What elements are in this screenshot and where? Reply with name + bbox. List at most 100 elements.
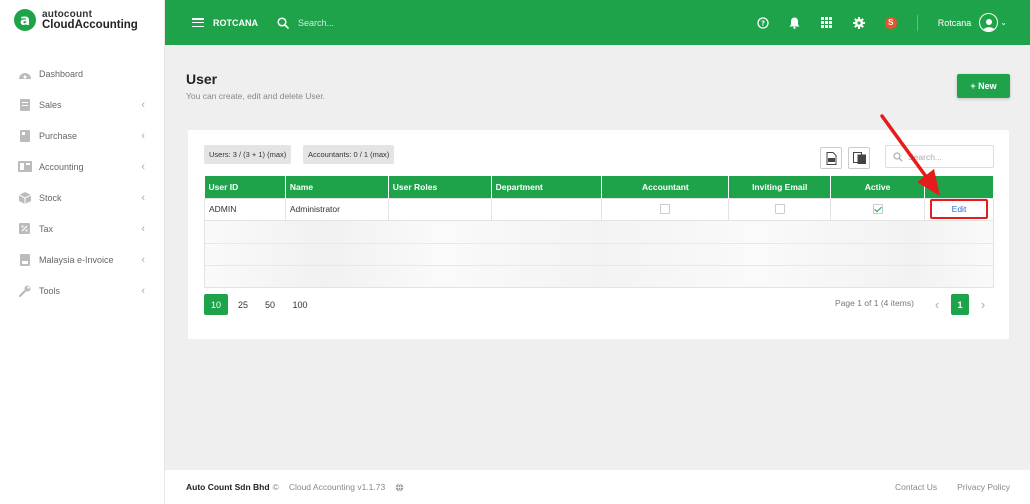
next-page-icon[interactable]: › [975,294,991,315]
logo-bottom-text: CloudAccounting [42,19,138,31]
dashboard-icon [17,68,32,80]
user-list-card: Users: 3 / (3 + 1) (max) Accountants: 0 … [188,130,1009,339]
chevron-left-icon: ‹ [141,98,145,111]
sidebar-item-einvoice[interactable]: Malaysia e-Invoice ‹ [0,244,165,275]
tax-icon [17,223,32,235]
inviting-email-checkbox [774,204,785,215]
accountant-checkbox [660,204,671,215]
columns-icon [852,152,866,164]
accounting-icon [17,161,32,173]
page-size-50[interactable]: 50 [258,294,282,315]
sidebar-item-stock[interactable]: Stock ‹ [0,182,165,213]
cell-department [490,197,603,221]
grid-search-input[interactable] [908,151,988,162]
bell-icon[interactable] [789,17,801,29]
sidebar-item-sales[interactable]: Sales ‹ [0,89,165,120]
column-header-user-roles[interactable]: User Roles [388,176,492,198]
footer-company: Auto Count Sdn Bhd [186,482,270,492]
menu-toggle-icon[interactable] [192,18,204,27]
column-header-department[interactable]: Department [491,176,603,198]
page-number[interactable]: 1 [951,294,969,315]
column-header-user-id[interactable]: User ID [204,176,286,198]
page-size-25[interactable]: 25 [231,294,255,315]
sidebar-item-label: Dashboard [39,68,84,79]
apps-grid-icon[interactable] [821,17,833,29]
einvoice-icon [17,253,32,266]
header-search-input[interactable] [298,17,418,28]
page-size-selector: 10 25 50 100 [204,294,318,315]
sidebar-item-label: Tools [39,285,61,296]
prev-page-icon[interactable]: ‹ [929,294,945,315]
chevron-left-icon: ‹ [141,160,145,173]
sidebar-item-label: Purchase [39,130,78,141]
cell-accountant [601,197,730,221]
logo-mark: a [14,9,36,31]
sidebar: a autocount CloudAccounting Dashboard Sa… [0,0,165,504]
wrench-icon [17,285,32,297]
page-size-100[interactable]: 100 [285,294,315,315]
avatar[interactable] [979,13,999,32]
column-chooser-button[interactable] [848,147,870,169]
chevron-left-icon: ‹ [141,284,145,297]
chevron-left-icon: ‹ [141,222,145,235]
top-header: ROTCANA ? S Rotcana ⌄ [165,0,1030,45]
column-header-accountant[interactable]: Accountant [601,176,730,198]
footer-copyright: © [272,482,279,492]
active-checkbox [872,204,883,215]
cell-inviting-email [728,197,832,221]
blurred-rows [204,221,994,288]
company-badge[interactable]: S [884,16,897,29]
cell-user-roles [387,197,492,221]
privacy-policy-link[interactable]: Privacy Policy [957,482,1010,492]
sales-icon [17,98,32,111]
cell-active [830,197,925,221]
sidebar-item-tools[interactable]: Tools ‹ [0,275,165,306]
brand-logo[interactable]: a autocount CloudAccounting [14,9,138,31]
column-header-name[interactable]: Name [285,176,389,198]
sidebar-nav: Dashboard Sales ‹ Purchase ‹ Accounting … [0,58,165,306]
contact-us-link[interactable]: Contact Us [895,482,937,492]
sidebar-item-dashboard[interactable]: Dashboard [0,58,165,89]
search-icon [277,16,289,29]
chevron-left-icon: ‹ [141,191,145,204]
csv-icon [826,151,836,165]
sidebar-item-label: Sales [39,99,62,110]
header-search[interactable] [277,16,418,29]
globe-icon[interactable] [395,483,404,492]
column-header-inviting-email[interactable]: Inviting Email [728,176,832,198]
page-subtitle: You can create, edit and delete User. [186,91,326,101]
sidebar-item-label: Tax [39,223,54,234]
purchase-icon [17,129,32,142]
table-row[interactable]: ADMIN Administrator Edit [204,197,995,221]
cell-actions: Edit [923,197,995,221]
chevron-left-icon: ‹ [141,253,145,266]
page-size-10[interactable]: 10 [204,294,228,315]
grid-search[interactable] [885,145,994,168]
pager-nav: ‹ 1 › [929,294,991,315]
header-divider [916,14,918,31]
sidebar-item-tax[interactable]: Tax ‹ [0,213,165,244]
chevron-down-icon[interactable]: ⌄ [1000,18,1007,27]
export-csv-button[interactable] [820,147,842,169]
sidebar-item-label: Malaysia e-Invoice [39,254,114,265]
pager-info: Page 1 of 1 (4 items) [835,298,914,308]
table-header-row: User ID Name User Roles Department Accou… [204,176,995,198]
gear-icon[interactable] [852,16,865,29]
sidebar-item-accounting[interactable]: Accounting ‹ [0,151,165,182]
sidebar-item-label: Accounting [39,161,84,172]
company-name[interactable]: ROTCANA [213,18,258,28]
edit-button[interactable]: Edit [929,199,988,219]
users-table: User ID Name User Roles Department Accou… [204,176,995,221]
stock-icon [17,191,32,204]
accountants-count-chip: Accountants: 0 / 1 (max) [303,145,395,164]
help-icon[interactable]: ? [757,16,769,29]
sidebar-item-purchase[interactable]: Purchase ‹ [0,120,165,151]
search-icon [893,151,903,161]
footer-version: Cloud Accounting v1.1.73 [288,482,386,492]
column-header-active[interactable]: Active [830,176,925,198]
sidebar-item-label: Stock [39,192,62,203]
username[interactable]: Rotcana [938,18,972,28]
footer: Auto Count Sdn Bhd © Cloud Accounting v1… [165,470,1030,504]
new-button[interactable]: + New [957,74,1010,98]
cell-name: Administrator [284,197,389,221]
